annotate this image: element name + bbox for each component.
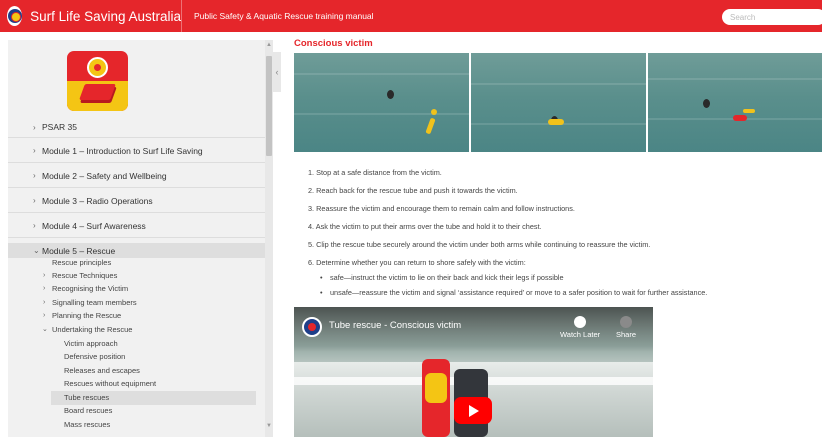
step-1: 1. Stop at a safe distance from the vict… bbox=[308, 168, 442, 177]
sidebar-subitem-victim-approach[interactable]: Victim approach bbox=[8, 337, 265, 351]
sidebar-subitem-signalling-team-members[interactable]: › Signalling team members bbox=[8, 296, 265, 310]
chevron-right-icon: › bbox=[33, 146, 36, 155]
sidebar-subitem-tube-rescues[interactable]: Tube rescues bbox=[51, 391, 256, 405]
sidebar-item-label: Module 2 – Safety and Wellbeing bbox=[42, 170, 167, 181]
chevron-right-icon: › bbox=[33, 171, 36, 180]
watch-later-label: Watch Later bbox=[560, 330, 601, 339]
sidebar-subitem-label: Mass rescues bbox=[64, 420, 111, 429]
top-bar: Surf Life Saving Australia Public Safety… bbox=[0, 0, 822, 32]
sidebar-subitem-rescue-principles[interactable]: Rescue principles bbox=[8, 256, 265, 270]
video-player[interactable]: Tube rescue - Conscious victim Watch Lat… bbox=[294, 307, 653, 437]
sidebar-subitem-defensive-position[interactable]: Defensive position bbox=[8, 350, 265, 364]
chevron-right-icon: › bbox=[33, 221, 36, 230]
play-button-icon[interactable] bbox=[454, 397, 492, 424]
chevron-left-icon: ‹ bbox=[275, 67, 279, 77]
sidebar-subitem-recognising-the-victim[interactable]: › Recognising the Victim bbox=[8, 282, 265, 296]
step-5: 5. Clip the rescue tube securely around … bbox=[308, 240, 651, 249]
rescue-photo-1 bbox=[294, 53, 469, 152]
chevron-right-icon: › bbox=[43, 285, 46, 292]
chevron-right-icon: › bbox=[43, 272, 46, 279]
sidebar-subitem-label: Planning the Rescue bbox=[52, 311, 122, 320]
step-6-bullet-safe: safe—instruct the victim to lie on their… bbox=[320, 273, 564, 282]
sidebar-subitem-rescue-techniques[interactable]: › Rescue Techniques bbox=[8, 269, 265, 283]
clock-icon bbox=[574, 316, 587, 328]
video-lifesaver-shirt bbox=[425, 373, 447, 403]
rescue-photo-2 bbox=[471, 53, 646, 152]
slsa-logo-icon bbox=[7, 6, 23, 26]
chevron-down-icon: ⌄ bbox=[42, 326, 48, 333]
chevron-right-icon: › bbox=[33, 196, 36, 205]
sidebar-scrollbar[interactable]: ▲ ▼ bbox=[265, 40, 273, 437]
scroll-down-icon[interactable]: ▼ bbox=[266, 423, 272, 429]
manual-book-icon bbox=[67, 51, 128, 111]
sidebar-subitem-label: Recognising the Victim bbox=[52, 284, 129, 293]
sidebar-subitem-label: Board rescues bbox=[64, 406, 113, 415]
chevron-right-icon: › bbox=[43, 299, 46, 306]
channel-avatar-icon[interactable] bbox=[302, 317, 322, 337]
chevron-down-icon: ⌄ bbox=[33, 246, 40, 255]
sidebar-item-psar35[interactable]: › PSAR 35 bbox=[8, 117, 265, 138]
sidebar-subitem-undertaking-the-rescue[interactable]: ⌄ Undertaking the Rescue bbox=[8, 323, 265, 337]
chevron-right-icon: › bbox=[43, 312, 46, 319]
manual-title[interactable]: Public Safety & Aquatic Rescue training … bbox=[194, 11, 374, 21]
sidebar-item-label: Module 1 – Introduction to Surf Life Sav… bbox=[42, 145, 203, 156]
sidebar-subitem-label: Undertaking the Rescue bbox=[52, 325, 133, 334]
sidebar-item-module-3[interactable]: › Module 3 – Radio Operations bbox=[8, 189, 265, 213]
scroll-up-icon[interactable]: ▲ bbox=[266, 42, 272, 48]
sidebar-subitem-label: Releases and escapes bbox=[64, 366, 140, 375]
step-3: 3. Reassure the victim and encourage the… bbox=[308, 204, 575, 213]
step-6-bullet-unsafe: unsafe—reassure the victim and signal ‘a… bbox=[320, 288, 707, 297]
sidebar-item-module-4[interactable]: › Module 4 – Surf Awareness bbox=[8, 214, 265, 238]
sidebar-subitem-releases-and-escapes[interactable]: Releases and escapes bbox=[8, 364, 265, 378]
watch-later-button[interactable]: Watch Later bbox=[560, 316, 600, 339]
scrollbar-thumb[interactable] bbox=[266, 56, 272, 156]
sidebar-item-label: Module 5 – Rescue bbox=[42, 245, 116, 256]
sidebar-subitem-label: Rescue Techniques bbox=[52, 271, 118, 280]
sidebar-subitem-label: Signalling team members bbox=[52, 298, 137, 307]
sidebar-item-label: Module 3 – Radio Operations bbox=[42, 195, 153, 206]
sidebar-subitem-board-rescues[interactable]: Board rescues bbox=[8, 404, 265, 418]
sidebar-subitem-label: Tube rescues bbox=[64, 393, 110, 402]
sidebar-subitem-mass-rescues[interactable]: Mass rescues bbox=[8, 418, 265, 432]
share-icon bbox=[620, 316, 632, 328]
step-4: 4. Ask the victim to put their arms over… bbox=[308, 222, 542, 231]
sidebar-subitem-label: Victim approach bbox=[64, 339, 118, 348]
video-title[interactable]: Tube rescue - Conscious victim bbox=[329, 320, 461, 331]
brand-name: Surf Life Saving Australia bbox=[30, 8, 181, 24]
share-button[interactable]: Share bbox=[616, 316, 636, 339]
sidebar-item-module-2[interactable]: › Module 2 – Safety and Wellbeing bbox=[8, 164, 265, 188]
sidebar-item-label: Module 4 – Surf Awareness bbox=[42, 220, 146, 231]
sidebar: › PSAR 35 › Module 1 – Introduction to S… bbox=[8, 40, 273, 437]
sidebar-subitem-label: Rescues without equipment bbox=[64, 379, 157, 388]
sidebar-subitem-planning-the-rescue[interactable]: › Planning the Rescue bbox=[8, 309, 265, 323]
section-title: Conscious victim bbox=[294, 38, 373, 49]
brand[interactable]: Surf Life Saving Australia bbox=[0, 0, 182, 32]
sidebar-item-module-1[interactable]: › Module 1 – Introduction to Surf Life S… bbox=[8, 139, 265, 163]
sidebar-subitem-rescues-without-equipment[interactable]: Rescues without equipment bbox=[8, 377, 265, 391]
share-label: Share bbox=[616, 330, 637, 339]
rescue-photo-3 bbox=[648, 53, 822, 152]
sidebar-subitem-label: Defensive position bbox=[64, 352, 126, 361]
step-2: 2. Reach back for the rescue tube and pu… bbox=[308, 186, 518, 195]
step-6: 6. Determine whether you can return to s… bbox=[308, 258, 526, 267]
sidebar-subitem-label: Rescue principles bbox=[52, 258, 112, 267]
search-input[interactable] bbox=[722, 9, 822, 25]
chevron-right-icon: › bbox=[33, 122, 36, 132]
sidebar-item-label: PSAR 35 bbox=[42, 122, 77, 132]
collapse-sidebar-handle[interactable]: ‹ bbox=[273, 52, 281, 92]
